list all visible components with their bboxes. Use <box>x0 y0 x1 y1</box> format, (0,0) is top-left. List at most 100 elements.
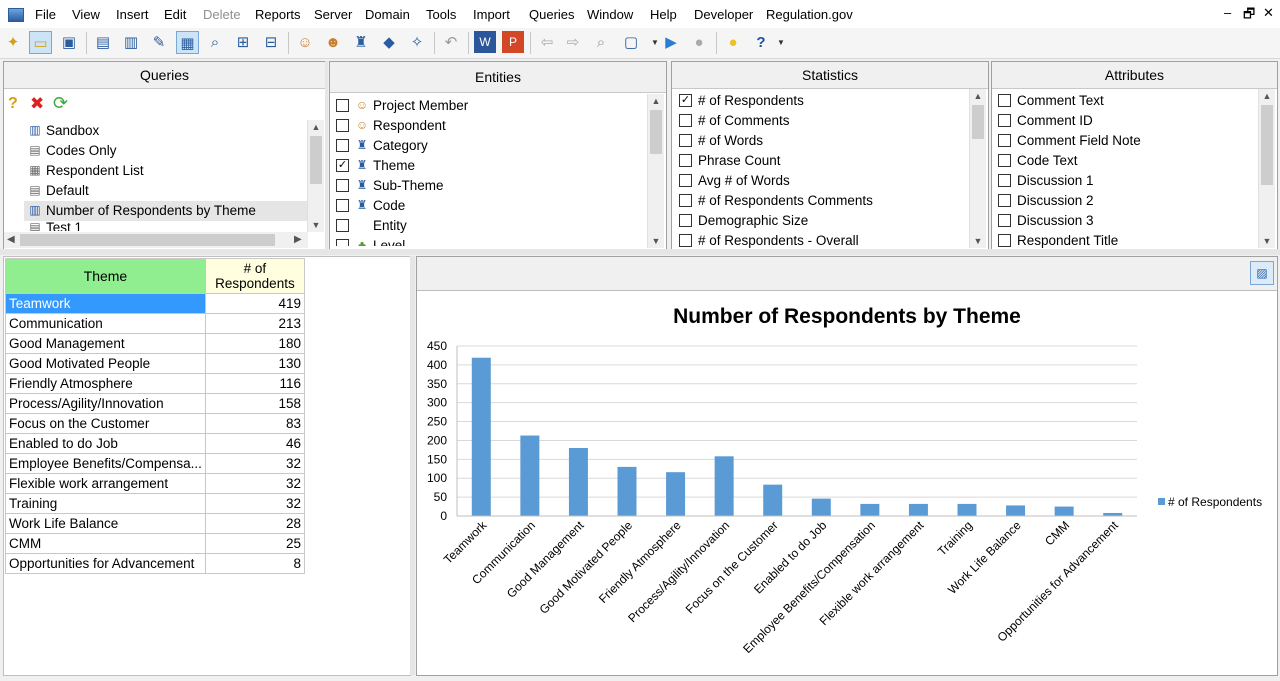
scroll-thumb[interactable] <box>972 105 984 139</box>
query-item[interactable]: ▦ Respondent List <box>28 161 143 181</box>
checkbox[interactable] <box>679 113 692 127</box>
checkbox[interactable] <box>336 198 349 212</box>
checkbox[interactable] <box>998 113 1011 127</box>
minimize-icon[interactable]: – <box>1224 5 1231 20</box>
cell-count[interactable]: 116 <box>204 373 306 394</box>
lightbulb-icon[interactable]: ● <box>722 31 744 53</box>
delete-x-icon[interactable]: ✖ <box>30 94 44 114</box>
scroll-up-icon[interactable]: ▲ <box>1259 89 1275 103</box>
cell-count[interactable]: 158 <box>204 393 306 414</box>
checkbox[interactable] <box>679 233 692 247</box>
cell-theme[interactable]: Friendly Atmosphere <box>5 373 206 394</box>
horizontal-splitter[interactable] <box>0 249 1280 255</box>
menu-queries[interactable]: Queries <box>529 7 575 22</box>
presentation-icon[interactable]: ▢ <box>620 31 642 53</box>
menu-reports[interactable]: Reports <box>255 7 301 22</box>
attributes-item[interactable]: Discussion 3 <box>998 211 1094 231</box>
entities-item[interactable]: ♜ Code <box>336 196 405 216</box>
report-edit-icon[interactable]: ✎ <box>148 31 170 53</box>
checkbox[interactable] <box>998 233 1011 247</box>
attributes-item[interactable]: Code Text <box>998 151 1078 171</box>
back-arrow-icon[interactable]: ⇦ <box>536 31 558 53</box>
attributes-item[interactable]: Respondent Title <box>998 231 1118 251</box>
undo-icon[interactable]: ↶ <box>440 31 462 53</box>
attributes-item[interactable]: Comment Field Note <box>998 131 1141 151</box>
query-item[interactable]: ▤ Codes Only <box>28 141 116 161</box>
checkbox-checked[interactable]: ✓ <box>336 158 349 172</box>
attributes-item[interactable]: Comment ID <box>998 111 1093 131</box>
checkbox[interactable] <box>336 118 349 132</box>
powerpoint-icon[interactable]: P <box>502 31 524 53</box>
table-row[interactable]: Good Management 180 <box>5 333 306 354</box>
checkbox[interactable] <box>679 173 692 187</box>
scroll-left-icon[interactable]: ◀ <box>7 232 15 248</box>
app-icon[interactable] <box>8 8 24 22</box>
tag-icon[interactable]: ◆ <box>378 31 400 53</box>
scroll-up-icon[interactable]: ▲ <box>970 89 986 103</box>
column-header-respondents[interactable]: # of Respondents <box>204 258 306 294</box>
entities-item[interactable]: ♜ Category <box>336 136 428 156</box>
scroll-down-icon[interactable]: ▼ <box>648 234 664 248</box>
help-dropdown-icon[interactable]: ▼ <box>770 31 792 53</box>
cell-count[interactable]: 419 <box>204 293 306 314</box>
person-icon[interactable]: ☺ <box>294 31 316 53</box>
cell-count[interactable]: 83 <box>204 413 306 434</box>
checkbox[interactable] <box>679 153 692 167</box>
cell-theme[interactable]: Employee Benefits/Compensa... <box>5 453 206 474</box>
report-tree-icon[interactable]: ⊞ <box>232 31 254 53</box>
attributes-item[interactable]: Discussion 1 <box>998 171 1094 191</box>
menu-import[interactable]: Import <box>473 7 510 22</box>
cell-count[interactable]: 213 <box>204 313 306 334</box>
report-bar-icon[interactable]: ▦ <box>176 31 199 54</box>
checkbox[interactable] <box>998 153 1011 167</box>
table-row[interactable]: Good Motivated People 130 <box>5 353 306 374</box>
new-wand-icon[interactable]: ✦ <box>2 31 24 53</box>
checkbox[interactable] <box>336 218 349 232</box>
entities-vscroll[interactable]: ▲ ▼ <box>647 94 664 248</box>
cell-theme[interactable]: Opportunities for Advancement <box>5 553 206 574</box>
scroll-thumb[interactable] <box>310 136 322 184</box>
checkbox[interactable] <box>336 238 349 246</box>
table-row[interactable]: Opportunities for Advancement 8 <box>5 553 306 574</box>
statistics-item[interactable]: Phrase Count <box>679 151 781 171</box>
checkbox[interactable] <box>998 93 1011 107</box>
checkbox[interactable] <box>998 173 1011 187</box>
cell-theme[interactable]: Good Motivated People <box>5 353 206 374</box>
statistics-item[interactable]: # of Respondents Comments <box>679 191 873 211</box>
cell-count[interactable]: 180 <box>204 333 306 354</box>
magnifier-icon[interactable]: ⌕ <box>590 31 612 53</box>
cell-count[interactable]: 8 <box>204 553 306 574</box>
cell-theme[interactable]: Training <box>5 493 206 514</box>
people-icon[interactable]: ☻ <box>322 31 344 53</box>
menu-regulation-gov[interactable]: Regulation.gov <box>766 7 853 22</box>
play-icon[interactable]: ▶ <box>660 31 682 53</box>
menu-insert[interactable]: Insert <box>116 7 149 22</box>
statistics-item[interactable]: # of Comments <box>679 111 790 131</box>
column-header-theme[interactable]: Theme <box>5 258 206 294</box>
vertical-splitter[interactable] <box>325 61 328 249</box>
checkbox[interactable] <box>679 133 692 147</box>
word-icon[interactable]: W <box>474 31 496 53</box>
checkbox[interactable] <box>679 213 692 227</box>
table-row[interactable]: Communication 213 <box>5 313 306 334</box>
menu-file[interactable]: File <box>35 7 56 22</box>
menu-view[interactable]: View <box>72 7 100 22</box>
attributes-vscroll[interactable]: ▲ ▼ <box>1258 89 1275 248</box>
query-item[interactable]: ▤ Default <box>28 181 88 201</box>
menu-developer[interactable]: Developer <box>694 7 753 22</box>
checkbox[interactable] <box>998 213 1011 227</box>
statistics-item[interactable]: Avg # of Words <box>679 171 790 191</box>
checkbox[interactable] <box>336 138 349 152</box>
cell-theme[interactable]: Work Life Balance <box>5 513 206 534</box>
attributes-item[interactable]: Discussion 2 <box>998 191 1094 211</box>
checkbox[interactable] <box>998 133 1011 147</box>
query-item[interactable]: ▤ Test 1 <box>28 221 82 231</box>
table-row[interactable]: Work Life Balance 28 <box>5 513 306 534</box>
cell-theme[interactable]: Good Management <box>5 333 206 354</box>
help-icon[interactable]: ? <box>8 95 18 113</box>
open-folder-icon[interactable]: ▭ <box>29 31 52 54</box>
entities-item[interactable]: ☺ Respondent <box>336 116 446 136</box>
statistics-vscroll[interactable]: ▲ ▼ <box>969 89 986 248</box>
checkbox[interactable] <box>679 193 692 207</box>
table-row[interactable]: Training 32 <box>5 493 306 514</box>
